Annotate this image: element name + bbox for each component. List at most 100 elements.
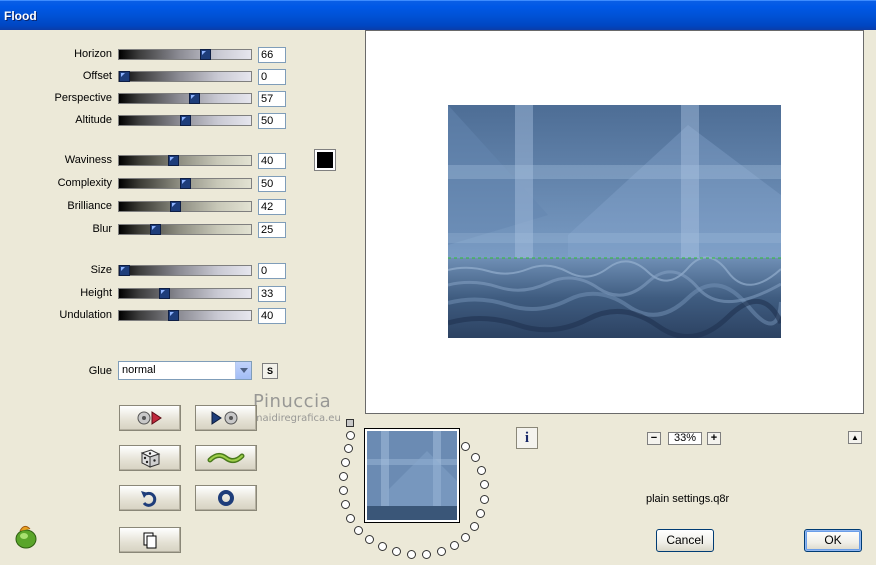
wave-icon [207,452,245,464]
preset-name: plain settings.q8r [646,493,730,505]
dial-dot [461,442,470,451]
copy-icon [143,532,157,549]
dial-dot [354,526,363,535]
window-title: Flood [4,9,37,23]
brilliance-value[interactable]: 42 [258,199,286,215]
dial-dot [422,550,431,559]
undulation-label: Undulation [59,309,112,321]
complexity-slider[interactable] [118,178,252,189]
wave-button[interactable] [195,445,257,471]
color-swatch[interactable] [314,149,336,171]
info-icon: i [524,430,530,446]
slider-thumb[interactable] [159,288,170,299]
thumbnail-image [367,431,457,520]
height-label: Height [80,287,112,299]
flood-preview-image [448,105,781,338]
dial-dot [365,535,374,544]
brilliance-slider[interactable] [118,201,252,212]
dial-dot [476,509,485,518]
navigator-thumbnail[interactable] [364,428,460,523]
altitude-label: Altitude [75,114,112,126]
perspective-slider[interactable] [118,93,252,104]
offset-label: Offset [82,70,112,82]
dial-dot [437,547,446,556]
info-button[interactable]: i [516,427,538,449]
perspective-label: Perspective [54,92,112,104]
dial-dot [477,466,486,475]
dice-icon [140,449,161,468]
dial-dot [470,522,479,531]
altitude-slider[interactable] [118,115,252,126]
glue-select-value: normal [122,364,156,376]
cancel-button[interactable]: Cancel [656,529,714,552]
ring-icon [218,490,234,506]
dial-dot [346,431,355,440]
size-label: Size [90,264,112,276]
slider-thumb[interactable] [170,201,181,212]
horizon-value[interactable]: 66 [258,47,286,63]
dial-dot [341,458,350,467]
dice-play-icon [137,411,162,425]
waviness-slider[interactable] [118,155,252,166]
slider-thumb[interactable] [119,265,130,276]
offset-slider[interactable] [118,71,252,82]
size-value[interactable]: 0 [258,263,286,279]
undulation-value[interactable]: 40 [258,308,286,324]
ok-button[interactable]: OK [804,529,862,552]
dial-dot [378,542,387,551]
zoom-level[interactable]: 33% [668,432,702,445]
glue-label: Glue [88,365,112,377]
blur-slider[interactable] [118,224,252,235]
title-bar: Flood [0,0,876,30]
slider-thumb[interactable] [189,93,200,104]
loop-button[interactable] [195,485,257,511]
zoom-out-button[interactable]: − [647,432,661,445]
dial-dot [339,486,348,495]
blur-value[interactable]: 25 [258,222,286,238]
reset-button[interactable] [119,485,181,511]
perspective-value[interactable]: 57 [258,91,286,107]
collapse-arrow-icon[interactable]: ▲ [848,431,862,444]
dial-dot [480,480,489,489]
slider-thumb[interactable] [150,224,161,235]
height-slider[interactable] [118,288,252,299]
complexity-label: Complexity [57,177,112,189]
randomize-preset-button[interactable] [119,445,181,471]
play-dice-icon [211,411,238,425]
dial-dot [346,514,355,523]
dial-dot [392,547,401,556]
dial-dot [461,533,470,542]
slider-thumb[interactable] [119,71,130,82]
slider-thumb[interactable] [200,49,211,60]
glue-select[interactable]: normal [118,361,252,380]
glue-s-button[interactable]: S [262,363,278,379]
size-slider[interactable] [118,265,252,276]
dial-dot [450,541,459,550]
undulation-slider[interactable] [118,310,252,321]
play-randomize-button[interactable] [195,405,257,431]
brilliance-label: Brilliance [67,200,112,212]
slider-thumb[interactable] [180,115,191,126]
dial-dot [341,500,350,509]
dial-dot [339,472,348,481]
slider-thumb[interactable] [168,310,179,321]
height-value[interactable]: 33 [258,286,286,302]
chevron-down-icon[interactable] [235,362,251,379]
waviness-value[interactable]: 40 [258,153,286,169]
offset-value[interactable]: 0 [258,69,286,85]
horizon-slider[interactable] [118,49,252,60]
complexity-value[interactable]: 50 [258,176,286,192]
dial-dot [407,550,416,559]
zoom-in-button[interactable]: + [707,432,721,445]
altitude-value[interactable]: 50 [258,113,286,129]
dial-dot [480,495,489,504]
randomize-button[interactable] [119,405,181,431]
slider-thumb[interactable] [180,178,191,189]
dial-handle[interactable] [346,419,354,427]
copy-button[interactable] [119,527,181,553]
preview-pane[interactable] [365,30,864,414]
watermark: Pinuccia [253,391,332,412]
slider-thumb[interactable] [168,155,179,166]
horizon-label: Horizon [74,48,112,60]
dial-dot [471,453,480,462]
